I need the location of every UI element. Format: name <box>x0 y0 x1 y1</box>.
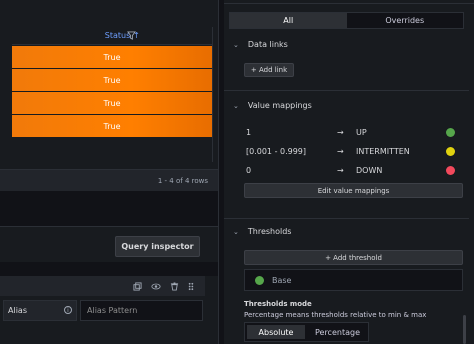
options-tabs: All Overrides <box>229 12 464 29</box>
mapping-value: [0.001 - 0.999] <box>246 147 307 156</box>
chevron-down-icon: ⌄ <box>233 40 239 49</box>
thresholds-mode-toggle: Absolute Percentage <box>244 322 369 342</box>
tab-all[interactable]: All <box>230 13 347 28</box>
data-links-section-header[interactable]: ⌄ Data links <box>233 40 288 49</box>
value-mappings-section-header[interactable]: ⌄ Value mappings <box>233 101 312 110</box>
mapping-text: UP <box>356 128 367 137</box>
pager-text: 1 - 4 of 4 rows <box>157 177 208 185</box>
threshold-color-dot[interactable] <box>255 275 264 285</box>
panel-gap <box>0 191 218 226</box>
table-row: True <box>12 69 212 91</box>
table-row: True <box>12 92 212 114</box>
base-threshold-row: Base <box>244 269 463 291</box>
value-mappings-title: Value mappings <box>247 101 312 110</box>
info-icon[interactable]: i <box>64 306 72 314</box>
mapping-color-dot <box>446 128 455 137</box>
thresholds-mode-description: Percentage means thresholds relative to … <box>244 311 427 319</box>
section-divider <box>224 218 469 219</box>
arrow-right-icon: → <box>337 128 344 137</box>
alias-input[interactable]: Alias Pattern <box>80 300 203 321</box>
thresholds-mode-title: Thresholds mode <box>244 300 312 308</box>
table-body: True True True True <box>12 46 212 138</box>
mapping-color-dot <box>446 147 455 156</box>
options-pane <box>224 0 474 344</box>
thresholds-title: Thresholds <box>247 227 292 236</box>
add-threshold-button[interactable]: + Add threshold <box>244 250 463 265</box>
arrow-right-icon: → <box>337 147 344 156</box>
table-scrollbar[interactable] <box>212 27 213 162</box>
chevron-down-icon: ⌄ <box>233 101 239 110</box>
table-row: True <box>12 46 212 68</box>
filter-icon[interactable] <box>127 31 136 40</box>
mode-percentage-option[interactable]: Percentage <box>307 323 368 341</box>
section-divider <box>224 90 469 91</box>
eye-icon[interactable] <box>151 282 161 291</box>
query-inspector-button[interactable]: Query inspector <box>115 236 200 257</box>
options-scrollbar[interactable] <box>463 315 466 344</box>
mapping-color-dot <box>446 166 455 175</box>
mapping-text: INTERMITTEN <box>356 147 410 156</box>
query-row-actions <box>133 282 194 291</box>
mapping-value: 0 <box>246 166 252 175</box>
add-link-button[interactable]: + Add link <box>244 63 294 77</box>
status-column-header[interactable]: Status ↑ <box>12 27 212 45</box>
edit-value-mappings-button[interactable]: Edit value mappings <box>244 183 463 198</box>
trash-icon[interactable] <box>170 282 179 291</box>
query-editor-area <box>0 321 218 344</box>
mapping-text: DOWN <box>356 166 383 175</box>
table-pagination: 1 - 4 of 4 rows <box>0 169 218 191</box>
thresholds-section-header[interactable]: ⌄ Thresholds <box>233 227 291 236</box>
toolbar-gap <box>0 262 218 276</box>
mode-absolute-option[interactable]: Absolute <box>247 325 305 339</box>
data-links-title: Data links <box>247 40 288 49</box>
duplicate-icon[interactable] <box>133 282 142 291</box>
chevron-down-icon: ⌄ <box>233 227 239 236</box>
table-row: True <box>12 115 212 137</box>
mapping-value: 1 <box>246 128 252 137</box>
drag-handle-icon[interactable] <box>188 282 194 291</box>
arrow-right-icon: → <box>337 166 344 175</box>
base-label: Base <box>272 275 292 285</box>
options-top-border <box>224 0 474 4</box>
tab-overrides[interactable]: Overrides <box>346 13 463 28</box>
